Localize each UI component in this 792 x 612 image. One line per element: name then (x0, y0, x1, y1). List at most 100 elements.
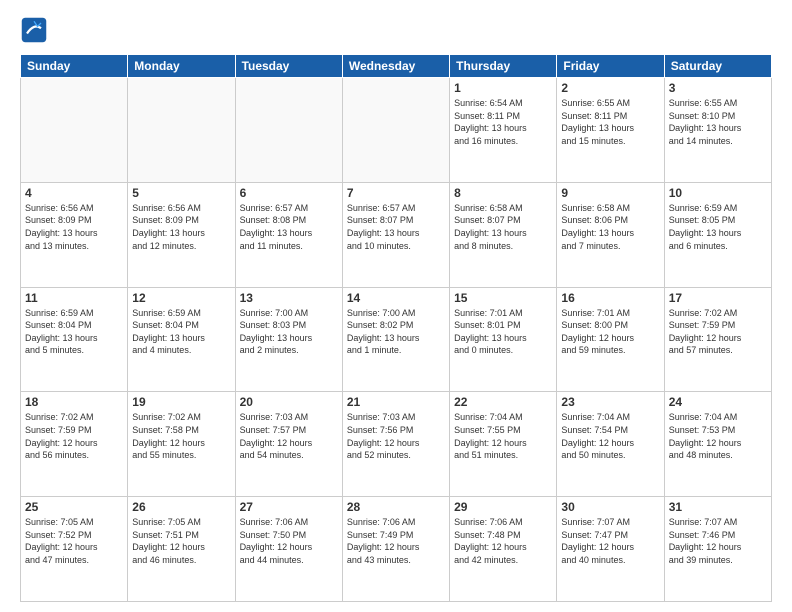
day-info: Sunrise: 6:59 AM Sunset: 8:05 PM Dayligh… (669, 202, 767, 252)
day-cell-19: 19 Sunrise: 7:02 AM Sunset: 7:58 PM Dayli… (128, 392, 235, 497)
calendar-body: 1 Sunrise: 6:54 AM Sunset: 8:11 PM Daylig… (21, 78, 772, 602)
day-cell-empty (128, 78, 235, 183)
day-info: Sunrise: 7:06 AM Sunset: 7:48 PM Dayligh… (454, 516, 552, 566)
day-cell-22: 22Sunrise: 7:04 AM Sunset: 7:55 PM Dayli… (450, 392, 557, 497)
header-cell-sunday: Sunday (21, 55, 128, 78)
day-info: Sunrise: 7:02 AM Sunset: 7:58 PM Dayligh… (132, 411, 230, 461)
day-cell-6: 6Sunrise: 6:57 AM Sunset: 8:08 PM Daylig… (235, 182, 342, 287)
day-number: 11 (25, 291, 123, 305)
day-info: Sunrise: 6:54 AM Sunset: 8:11 PM Dayligh… (454, 97, 552, 147)
day-info: Sunrise: 7:05 AM Sunset: 7:52 PM Dayligh… (25, 516, 123, 566)
day-cell-23: 23 Sunrise: 7:04 AM Sunset: 7:54 PM Dayli… (557, 392, 664, 497)
day-number: 2 (561, 81, 659, 95)
day-cell-15: 15 Sunrise: 7:01 AM Sunset: 8:01 PM Dayli… (450, 287, 557, 392)
day-number: 19 (132, 395, 230, 409)
day-number: 6 (240, 186, 338, 200)
day-info: Sunrise: 6:56 AM Sunset: 8:09 PM Dayligh… (25, 202, 123, 252)
day-cell-29: 29 Sunrise: 7:06 AM Sunset: 7:48 PM Dayli… (450, 497, 557, 602)
day-cell-3: 3Sunrise: 6:55 AM Sunset: 8:10 PM Daylig… (664, 78, 771, 183)
day-info: Sunrise: 7:00 AM Sunset: 8:03 PM Dayligh… (240, 307, 338, 357)
day-cell-30: 30 Sunrise: 7:07 AM Sunset: 7:47 PM Dayli… (557, 497, 664, 602)
day-cell-13: 13 Sunrise: 7:00 AM Sunset: 8:03 PM Dayli… (235, 287, 342, 392)
day-cell-21: 21Sunrise: 7:03 AM Sunset: 7:56 PM Dayli… (342, 392, 449, 497)
day-number: 23 (561, 395, 659, 409)
day-info: Sunrise: 6:55 AM Sunset: 8:11 PM Dayligh… (561, 97, 659, 147)
day-info: Sunrise: 7:06 AM Sunset: 7:50 PM Dayligh… (240, 516, 338, 566)
day-info: Sunrise: 7:04 AM Sunset: 7:55 PM Dayligh… (454, 411, 552, 461)
calendar-header: SundayMondayTuesdayWednesdayThursdayFrid… (21, 55, 772, 78)
header-row: SundayMondayTuesdayWednesdayThursdayFrid… (21, 55, 772, 78)
header-cell-monday: Monday (128, 55, 235, 78)
day-number: 1 (454, 81, 552, 95)
header-cell-friday: Friday (557, 55, 664, 78)
day-number: 16 (561, 291, 659, 305)
day-number: 31 (669, 500, 767, 514)
page: SundayMondayTuesdayWednesdayThursdayFrid… (0, 0, 792, 612)
week-row-2: 4Sunrise: 6:56 AM Sunset: 8:09 PM Daylig… (21, 182, 772, 287)
day-cell-18: 18 Sunrise: 7:02 AM Sunset: 7:59 PM Dayli… (21, 392, 128, 497)
day-info: Sunrise: 7:01 AM Sunset: 8:01 PM Dayligh… (454, 307, 552, 357)
day-cell-empty (342, 78, 449, 183)
day-info: Sunrise: 7:00 AM Sunset: 8:02 PM Dayligh… (347, 307, 445, 357)
day-number: 28 (347, 500, 445, 514)
day-cell-27: 27Sunrise: 7:06 AM Sunset: 7:50 PM Dayli… (235, 497, 342, 602)
header-cell-wednesday: Wednesday (342, 55, 449, 78)
day-info: Sunrise: 7:04 AM Sunset: 7:54 PM Dayligh… (561, 411, 659, 461)
day-info: Sunrise: 6:58 AM Sunset: 8:07 PM Dayligh… (454, 202, 552, 252)
header-cell-saturday: Saturday (664, 55, 771, 78)
day-info: Sunrise: 7:03 AM Sunset: 7:57 PM Dayligh… (240, 411, 338, 461)
day-number: 30 (561, 500, 659, 514)
day-number: 9 (561, 186, 659, 200)
day-cell-10: 10Sunrise: 6:59 AM Sunset: 8:05 PM Dayli… (664, 182, 771, 287)
logo (20, 16, 52, 44)
day-info: Sunrise: 7:07 AM Sunset: 7:47 PM Dayligh… (561, 516, 659, 566)
day-number: 20 (240, 395, 338, 409)
day-number: 15 (454, 291, 552, 305)
day-info: Sunrise: 7:06 AM Sunset: 7:49 PM Dayligh… (347, 516, 445, 566)
day-cell-4: 4Sunrise: 6:56 AM Sunset: 8:09 PM Daylig… (21, 182, 128, 287)
day-info: Sunrise: 7:07 AM Sunset: 7:46 PM Dayligh… (669, 516, 767, 566)
day-number: 29 (454, 500, 552, 514)
week-row-3: 11Sunrise: 6:59 AM Sunset: 8:04 PM Dayli… (21, 287, 772, 392)
day-info: Sunrise: 7:04 AM Sunset: 7:53 PM Dayligh… (669, 411, 767, 461)
day-info: Sunrise: 6:56 AM Sunset: 8:09 PM Dayligh… (132, 202, 230, 252)
day-cell-9: 9Sunrise: 6:58 AM Sunset: 8:06 PM Daylig… (557, 182, 664, 287)
day-number: 7 (347, 186, 445, 200)
day-cell-16: 16 Sunrise: 7:01 AM Sunset: 8:00 PM Dayli… (557, 287, 664, 392)
day-cell-14: 14 Sunrise: 7:00 AM Sunset: 8:02 PM Dayli… (342, 287, 449, 392)
day-number: 5 (132, 186, 230, 200)
header (20, 16, 772, 44)
day-info: Sunrise: 7:02 AM Sunset: 7:59 PM Dayligh… (669, 307, 767, 357)
day-number: 13 (240, 291, 338, 305)
day-number: 8 (454, 186, 552, 200)
day-info: Sunrise: 7:02 AM Sunset: 7:59 PM Dayligh… (25, 411, 123, 461)
calendar-table: SundayMondayTuesdayWednesdayThursdayFrid… (20, 54, 772, 602)
day-number: 24 (669, 395, 767, 409)
day-cell-2: 2 Sunrise: 6:55 AM Sunset: 8:11 PM Daylig… (557, 78, 664, 183)
day-number: 3 (669, 81, 767, 95)
day-number: 14 (347, 291, 445, 305)
day-cell-8: 8 Sunrise: 6:58 AM Sunset: 8:07 PM Daylig… (450, 182, 557, 287)
day-number: 12 (132, 291, 230, 305)
logo-icon (20, 16, 48, 44)
day-info: Sunrise: 7:05 AM Sunset: 7:51 PM Dayligh… (132, 516, 230, 566)
day-cell-7: 7 Sunrise: 6:57 AM Sunset: 8:07 PM Daylig… (342, 182, 449, 287)
day-cell-20: 20 Sunrise: 7:03 AM Sunset: 7:57 PM Dayli… (235, 392, 342, 497)
day-cell-empty (235, 78, 342, 183)
day-info: Sunrise: 7:01 AM Sunset: 8:00 PM Dayligh… (561, 307, 659, 357)
day-cell-17: 17Sunrise: 7:02 AM Sunset: 7:59 PM Dayli… (664, 287, 771, 392)
header-cell-thursday: Thursday (450, 55, 557, 78)
day-cell-26: 26 Sunrise: 7:05 AM Sunset: 7:51 PM Dayli… (128, 497, 235, 602)
day-number: 18 (25, 395, 123, 409)
day-cell-empty (21, 78, 128, 183)
week-row-4: 18 Sunrise: 7:02 AM Sunset: 7:59 PM Dayli… (21, 392, 772, 497)
day-cell-5: 5 Sunrise: 6:56 AM Sunset: 8:09 PM Daylig… (128, 182, 235, 287)
day-info: Sunrise: 6:57 AM Sunset: 8:07 PM Dayligh… (347, 202, 445, 252)
day-cell-28: 28 Sunrise: 7:06 AM Sunset: 7:49 PM Dayli… (342, 497, 449, 602)
day-cell-24: 24 Sunrise: 7:04 AM Sunset: 7:53 PM Dayli… (664, 392, 771, 497)
day-cell-31: 31 Sunrise: 7:07 AM Sunset: 7:46 PM Dayli… (664, 497, 771, 602)
day-cell-25: 25 Sunrise: 7:05 AM Sunset: 7:52 PM Dayli… (21, 497, 128, 602)
day-number: 25 (25, 500, 123, 514)
day-number: 26 (132, 500, 230, 514)
day-cell-11: 11Sunrise: 6:59 AM Sunset: 8:04 PM Dayli… (21, 287, 128, 392)
